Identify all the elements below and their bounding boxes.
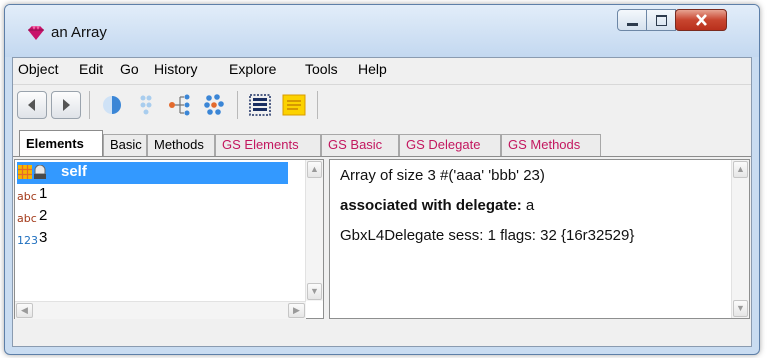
menu-bar: Object Edit Go History Explore Tools Hel…: [13, 58, 751, 82]
elements-list[interactable]: self abc 1 abc 2 123 3 ▲ ▼ ◀ ▶: [14, 159, 324, 319]
tab-basic[interactable]: Basic: [103, 134, 147, 156]
tab-strip: Elements Basic Methods GS Elements GS Ba…: [13, 126, 751, 157]
inspect-button[interactable]: [97, 91, 127, 119]
menu-history[interactable]: History: [154, 61, 198, 77]
maximize-button[interactable]: [646, 9, 676, 31]
vertical-scrollbar[interactable]: ▲ ▼: [731, 160, 749, 318]
sticky-note-button[interactable]: [279, 91, 309, 119]
delegate-value: a: [521, 197, 535, 214]
menu-object[interactable]: Object: [18, 61, 58, 77]
forward-arrow-icon: [63, 99, 70, 111]
content-panes: self abc 1 abc 2 123 3 ▲ ▼ ◀ ▶ Array of …: [13, 156, 751, 346]
scroll-down-button[interactable]: ▼: [733, 300, 748, 317]
forward-button[interactable]: [51, 91, 81, 119]
inspector-window: an Array Object Edit Go History Explore …: [4, 4, 760, 355]
list-select-button[interactable]: [245, 91, 275, 119]
delegate-info: associated with delegate: a: [340, 197, 534, 214]
title-bar[interactable]: an Array: [5, 5, 759, 57]
minimize-icon: [627, 23, 638, 26]
tab-elements[interactable]: Elements: [19, 130, 103, 157]
toolbar-separator: [317, 91, 318, 119]
menu-edit[interactable]: Edit: [79, 61, 103, 77]
expand-tree-button[interactable]: [165, 91, 195, 119]
toolbar-separator: [89, 91, 90, 119]
cluster-button[interactable]: [199, 91, 229, 119]
back-arrow-icon: [28, 99, 35, 111]
toolbar: [13, 84, 751, 125]
tab-gs-delegate[interactable]: GS Delegate: [399, 134, 501, 156]
delegate-label: associated with delegate:: [340, 197, 522, 214]
tree-expand-icon: [169, 94, 190, 116]
list-item-label: 1: [39, 185, 48, 202]
detail-pane[interactable]: Array of size 3 #('aaa' 'bbb' 23) associ…: [329, 159, 750, 319]
menu-go[interactable]: Go: [120, 61, 139, 77]
tab-methods[interactable]: Methods: [147, 134, 215, 156]
array-description: Array of size 3 #('aaa' 'bbb' 23): [340, 167, 545, 184]
list-item-label: 3: [39, 229, 48, 246]
string-type-icon: abc: [17, 212, 37, 225]
list-item-label: self: [61, 163, 87, 180]
tab-gs-methods[interactable]: GS Methods: [501, 134, 601, 156]
delegate-details: GbxL4Delegate sess: 1 flags: 32 {16r3252…: [340, 227, 635, 244]
scroll-up-button[interactable]: ▲: [733, 161, 748, 178]
close-button[interactable]: [675, 9, 727, 31]
back-button[interactable]: [17, 91, 47, 119]
minimize-button[interactable]: [617, 9, 647, 31]
window-title: an Array: [51, 24, 107, 41]
number-type-icon: 123: [17, 234, 38, 247]
horizontal-scrollbar[interactable]: ◀ ▶: [15, 301, 306, 319]
maximize-icon: [656, 15, 667, 26]
list-select-icon: [249, 94, 271, 116]
collapse-tree-button[interactable]: [131, 91, 161, 119]
scroll-up-button[interactable]: ▲: [307, 161, 322, 178]
close-icon: [696, 14, 707, 26]
client-area: Object Edit Go History Explore Tools Hel…: [12, 57, 752, 347]
tab-gs-basic[interactable]: GS Basic: [321, 134, 399, 156]
scroll-down-button[interactable]: ▼: [307, 283, 322, 300]
toolbar-separator: [237, 91, 238, 119]
self-object-icon: [18, 165, 46, 179]
vertical-scrollbar[interactable]: ▲ ▼: [305, 160, 323, 301]
scroll-left-button[interactable]: ◀: [16, 303, 33, 318]
scroll-right-button[interactable]: ▶: [288, 303, 305, 318]
list-item-label: 2: [39, 207, 48, 224]
half-sphere-icon: [103, 96, 121, 114]
cluster-icon: [204, 94, 224, 115]
tab-gs-elements[interactable]: GS Elements: [215, 134, 321, 156]
gem-icon: [28, 26, 44, 40]
menu-explore[interactable]: Explore: [229, 61, 276, 77]
sticky-note-icon: [282, 94, 306, 116]
list-item[interactable]: self: [17, 162, 288, 184]
string-type-icon: abc: [17, 190, 37, 203]
menu-tools[interactable]: Tools: [305, 61, 338, 77]
tree-collapsed-icon: [140, 95, 152, 115]
menu-help[interactable]: Help: [358, 61, 387, 77]
